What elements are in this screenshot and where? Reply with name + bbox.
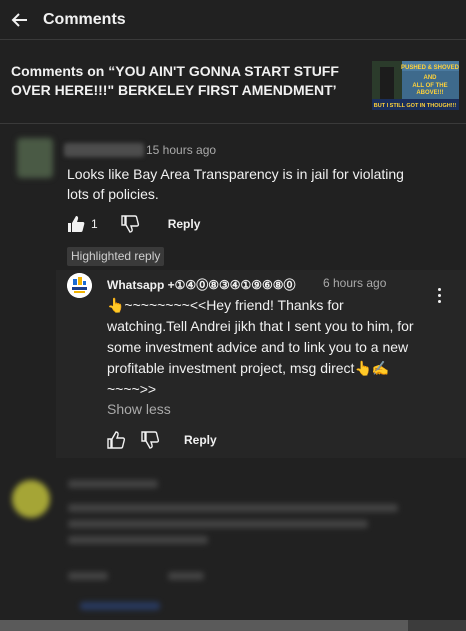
thumbs-down-icon (141, 431, 160, 449)
comment-author-blurred[interactable] (64, 143, 144, 157)
scrollbar-thumb[interactable] (0, 620, 408, 631)
blurred-line (68, 536, 208, 544)
blurred-line (168, 572, 204, 580)
like-count: 1 (91, 217, 98, 231)
like-button[interactable] (104, 428, 128, 452)
svg-text:PUSHED & SHOVED: PUSHED & SHOVED (401, 65, 459, 71)
blurred-comment (0, 470, 466, 631)
blurred-line (68, 572, 108, 580)
reply-actions: Reply (104, 428, 217, 452)
video-title: Comments on “YOU AIN'T GONNA START STUFF… (11, 63, 339, 98)
more-options-button[interactable] (430, 283, 448, 307)
thumbs-up-icon (107, 431, 126, 449)
video-thumbnail[interactable]: PUSHED & SHOVED AND ALL OF THE ABOVE!!! … (372, 61, 459, 110)
comment-actions: 1 Reply (64, 212, 200, 236)
arrow-left-icon (11, 12, 27, 27)
reply-time: 6 hours ago (323, 276, 387, 290)
reply-text: 👆~~~~~~~~<<Hey friend! Thanks for watchi… (107, 297, 414, 397)
avatar[interactable] (67, 273, 92, 298)
reply-button[interactable]: Reply (168, 217, 201, 231)
dislike-button[interactable] (118, 212, 142, 236)
comment-text: Looks like Bay Area Transparency is in j… (67, 166, 404, 202)
highlighted-reply: Whatsapp +①④⓪⑧③④①⑨⑥⑧⓪ 6 hours ago 👆~~~~~… (0, 270, 466, 458)
highlighted-reply-badge: Highlighted reply (67, 247, 165, 266)
blurred-line (68, 520, 368, 528)
svg-text:ALL OF THE: ALL OF THE (412, 83, 447, 89)
thumbs-up-filled-icon (68, 216, 85, 232)
dislike-button[interactable] (138, 428, 162, 452)
video-context[interactable]: Comments on “YOU AIN'T GONNA START STUFF… (0, 46, 466, 124)
blurred-line (80, 602, 160, 610)
top-bar: Comments (0, 0, 466, 40)
back-button[interactable] (0, 0, 40, 40)
dot (437, 293, 441, 297)
avatar[interactable] (17, 138, 53, 178)
thumbs-down-icon (120, 215, 139, 233)
comment-time: 15 hours ago (146, 143, 217, 157)
reply-button[interactable]: Reply (184, 433, 217, 447)
blurred-line (68, 480, 158, 488)
svg-text:ABOVE!!!: ABOVE!!! (416, 90, 443, 96)
dot (437, 287, 441, 291)
reply-author[interactable]: Whatsapp +①④⓪⑧③④①⑨⑥⑧⓪ (107, 276, 296, 293)
thumbnail-image: PUSHED & SHOVED AND ALL OF THE ABOVE!!! … (372, 61, 459, 110)
svg-text:BUT I STILL GOT IN THOUGH!!!: BUT I STILL GOT IN THOUGH!!! (374, 103, 457, 109)
page-title: Comments (43, 10, 126, 28)
show-less-button[interactable]: Show less (107, 401, 171, 417)
like-button[interactable] (64, 212, 88, 236)
avatar-logo-icon (67, 273, 92, 298)
blurred-line (68, 504, 398, 512)
svg-text:AND: AND (424, 75, 438, 81)
avatar (12, 480, 50, 518)
dot (437, 299, 441, 303)
